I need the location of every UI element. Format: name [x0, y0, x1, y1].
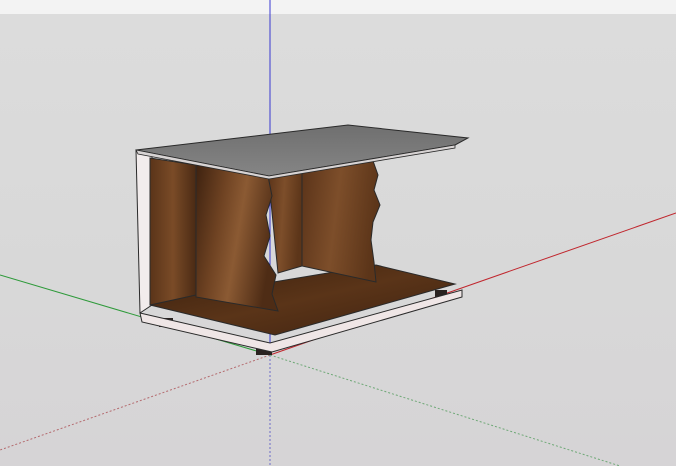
side-table-model[interactable]: [135, 124, 470, 355]
back-panel: [267, 165, 303, 274]
green-axis-negative: [269, 354, 621, 466]
right-wood-slab: [301, 157, 381, 283]
red-axis-negative: [0, 354, 271, 451]
modeling-app: [0, 0, 676, 466]
front-wood-slab: [195, 164, 279, 312]
left-panel-inner: [149, 157, 197, 306]
scene-canvas[interactable]: [0, 0, 676, 466]
